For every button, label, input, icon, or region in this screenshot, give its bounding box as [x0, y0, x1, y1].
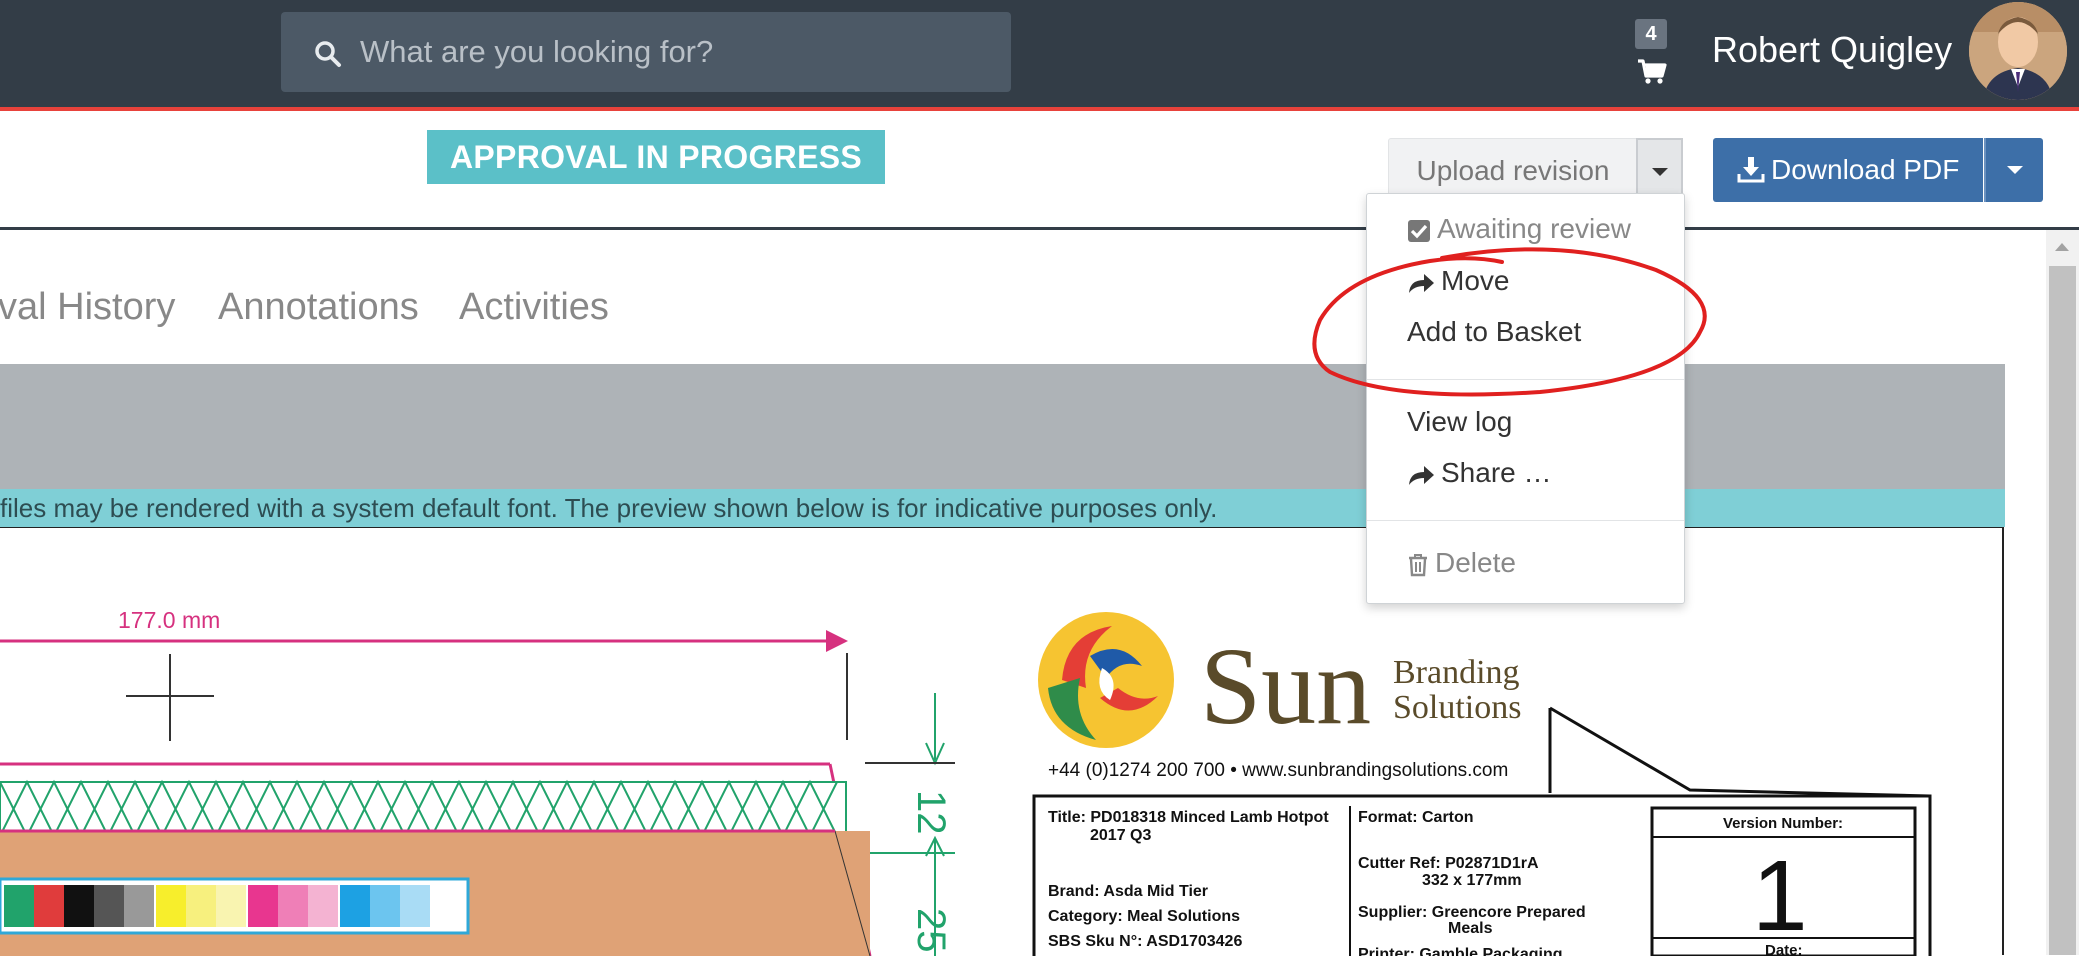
red-circle-annotation [1312, 247, 1707, 397]
